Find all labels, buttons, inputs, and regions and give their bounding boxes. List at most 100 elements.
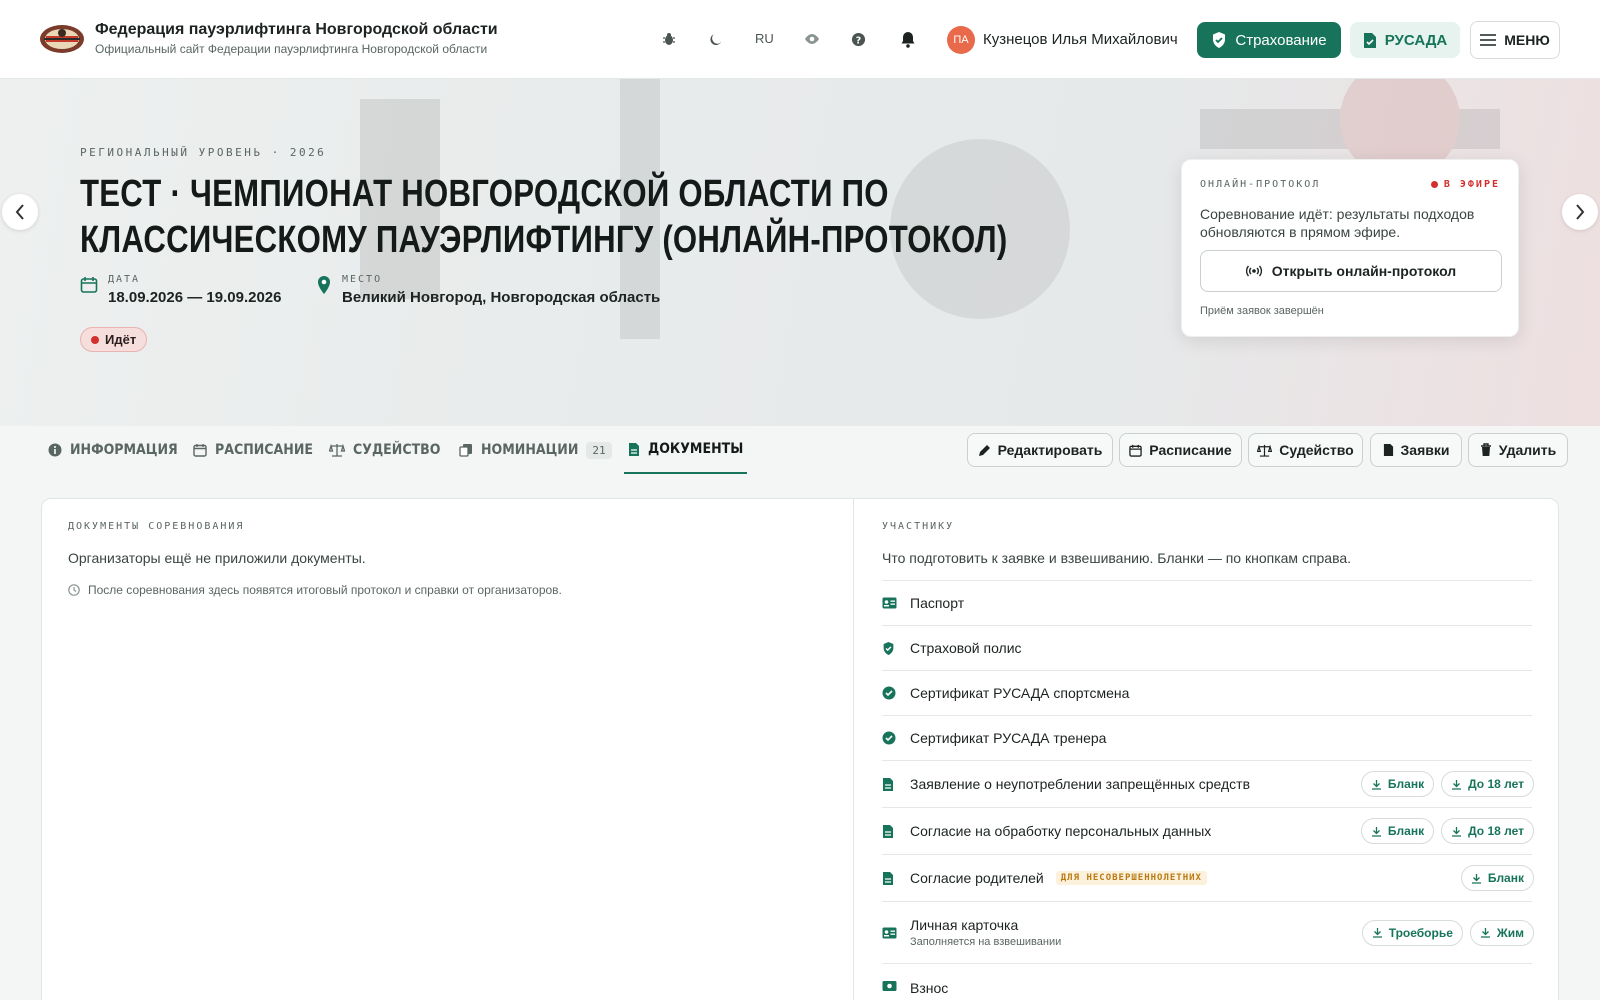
calendar-icon xyxy=(1129,444,1143,457)
download-icon xyxy=(1451,826,1462,837)
download-under18-label: До 18 лет xyxy=(1468,824,1524,838)
event-hero: РЕГИОНАЛЬНЫЙ УРОВЕНЬ · 2026 ТЕСТ · ЧЕМПИ… xyxy=(0,79,1600,426)
open-online-protocol-button[interactable]: Открыть онлайн-протокол xyxy=(1200,250,1502,292)
scales-icon xyxy=(1257,444,1273,457)
shield-check-icon xyxy=(882,641,910,656)
calendar-icon xyxy=(80,276,98,306)
bell-icon[interactable] xyxy=(897,28,919,50)
list-item: Взнос xyxy=(882,963,1532,1000)
file-icon xyxy=(628,442,640,457)
list-item: Паспорт xyxy=(882,580,1532,625)
tab-nominations-label: НОМИНАЦИИ xyxy=(481,442,579,458)
tab-schedule[interactable]: РАСПИСАНИЕ xyxy=(193,426,313,474)
status-label: Идёт xyxy=(105,332,137,347)
clock-icon xyxy=(68,584,80,596)
on-air-dot-icon xyxy=(1430,181,1438,188)
hero-prev-arrow[interactable] xyxy=(2,194,38,230)
schedule-label: Расписание xyxy=(1149,442,1232,458)
tab-nominations[interactable]: НОМИНАЦИИ 21 xyxy=(459,426,612,474)
participant-intro: Что подготовить к заявке и взвешиванию. … xyxy=(882,550,1352,566)
download-bench-button[interactable]: Жим xyxy=(1469,919,1534,946)
tab-judging[interactable]: СУДЕЙСТВО xyxy=(329,426,440,474)
insurance-button[interactable]: Страхование xyxy=(1197,22,1341,58)
doc-name: Паспорт xyxy=(910,595,965,611)
participant-label: УЧАСТНИКУ xyxy=(882,521,955,532)
download-blank-button[interactable]: Бланк xyxy=(1460,865,1534,891)
download-icon xyxy=(1371,779,1382,790)
download-under18-button[interactable]: До 18 лет xyxy=(1441,818,1534,844)
schedule-button[interactable]: Расписание xyxy=(1119,433,1242,467)
svg-text:?: ? xyxy=(855,35,860,46)
file-icon xyxy=(1383,443,1394,457)
chevron-left-icon xyxy=(15,204,24,220)
edit-label: Редактировать xyxy=(997,442,1103,458)
download-under18-button[interactable]: До 18 лет xyxy=(1441,771,1534,797)
doc-subtitle: Заполняется на взвешивании xyxy=(910,936,1062,948)
date-label: ДАТА xyxy=(108,274,141,285)
event-level: РЕГИОНАЛЬНЫЙ УРОВЕНЬ · 2026 xyxy=(80,146,327,159)
scales-icon xyxy=(329,443,345,457)
user-name[interactable]: Кузнецов Илья Михайлович xyxy=(983,31,1178,48)
check-circle-icon xyxy=(882,686,910,700)
edit-button[interactable]: Редактировать xyxy=(967,433,1113,467)
insurance-label: Страхование xyxy=(1235,31,1327,49)
copy-icon xyxy=(459,443,473,457)
rusada-button[interactable]: РУСАДА xyxy=(1350,22,1460,58)
download-bench-label: Жим xyxy=(1496,925,1524,940)
tab-information[interactable]: ИНФОРМАЦИЯ xyxy=(48,426,178,474)
online-protocol-label: ОНЛАЙН-ПРОТОКОЛ xyxy=(1200,179,1321,190)
info-icon xyxy=(48,443,62,457)
map-pin-icon xyxy=(316,275,332,306)
tab-information-label: ИНФОРМАЦИЯ xyxy=(70,442,178,458)
competition-docs-note: После соревнования здесь появятся итогов… xyxy=(68,583,562,597)
hamburger-icon xyxy=(1480,34,1497,46)
file-icon xyxy=(882,777,910,792)
help-icon[interactable]: ? xyxy=(847,28,869,50)
download-blank-label: Бланк xyxy=(1387,777,1425,791)
eye-icon[interactable] xyxy=(801,28,823,50)
menu-label: МЕНЮ xyxy=(1504,32,1550,48)
event-title: ТЕСТ · ЧЕМПИОНАТ НОВГОРОДСКОЙ ОБЛАСТИ ПО… xyxy=(80,173,1008,261)
online-protocol-description: Соревнование идёт: результаты подходов о… xyxy=(1200,206,1475,240)
list-item: Заявление о неупотреблении запрещённых с… xyxy=(882,760,1534,807)
download-icon xyxy=(1471,873,1482,884)
list-item: Страховой полис xyxy=(882,625,1532,670)
language-switch[interactable]: RU xyxy=(755,31,774,46)
download-powerlifting-button[interactable]: Троеборье xyxy=(1361,919,1463,946)
doc-name: Страховой полис xyxy=(910,640,1022,656)
shield-check-icon xyxy=(1211,31,1227,49)
place-value: Великий Новгород, Новгородская область xyxy=(342,289,661,306)
status-badge: Идёт xyxy=(80,327,148,352)
file-check-icon xyxy=(1363,32,1377,49)
judging-button[interactable]: Судейство xyxy=(1248,433,1363,467)
file-icon xyxy=(882,824,910,839)
bug-icon[interactable] xyxy=(658,28,680,50)
hero-next-arrow[interactable] xyxy=(1562,194,1598,230)
doc-name: Взнос xyxy=(910,980,949,996)
file-icon xyxy=(882,871,910,886)
site-title[interactable]: Федерация пауэрлифтинга Новгородской обл… xyxy=(95,21,498,39)
chevron-right-icon xyxy=(1576,204,1585,220)
nominations-count-badge: 21 xyxy=(586,441,612,459)
download-blank-button[interactable]: Бланк xyxy=(1360,818,1435,844)
download-blank-label: Бланк xyxy=(1487,871,1524,885)
doc-name: Заявление о неупотреблении запрещённых с… xyxy=(910,776,1251,792)
delete-button[interactable]: Удалить xyxy=(1468,433,1568,467)
tab-documents[interactable]: ДОКУМЕНТЫ xyxy=(624,426,748,474)
download-blank-button[interactable]: Бланк xyxy=(1360,771,1435,797)
moon-icon[interactable] xyxy=(704,28,726,50)
federation-logo[interactable] xyxy=(38,21,86,57)
live-dot-icon xyxy=(91,335,99,344)
site-subtitle: Официальный сайт Федерации пауэрлифтинга… xyxy=(95,42,488,56)
doc-name: Сертификат РУСАДА тренера xyxy=(910,730,1107,746)
trash-icon xyxy=(1480,443,1492,457)
user-avatar[interactable]: ПА xyxy=(947,26,975,54)
event-date: ДАТА 18.09.2026 — 19.09.2026 xyxy=(80,274,281,306)
menu-button[interactable]: МЕНЮ xyxy=(1470,21,1560,59)
doc-name: Согласие родителей xyxy=(910,870,1044,886)
list-item: Сертификат РУСАДА тренера xyxy=(882,715,1532,760)
event-tabs: ИНФОРМАЦИЯ РАСПИСАНИЕ СУДЕЙСТВО НОМИНАЦИ… xyxy=(0,426,1600,474)
rusada-label: РУСАДА xyxy=(1384,31,1448,49)
entries-button[interactable]: Заявки xyxy=(1370,433,1462,467)
download-blank-label: Бланк xyxy=(1387,824,1425,838)
